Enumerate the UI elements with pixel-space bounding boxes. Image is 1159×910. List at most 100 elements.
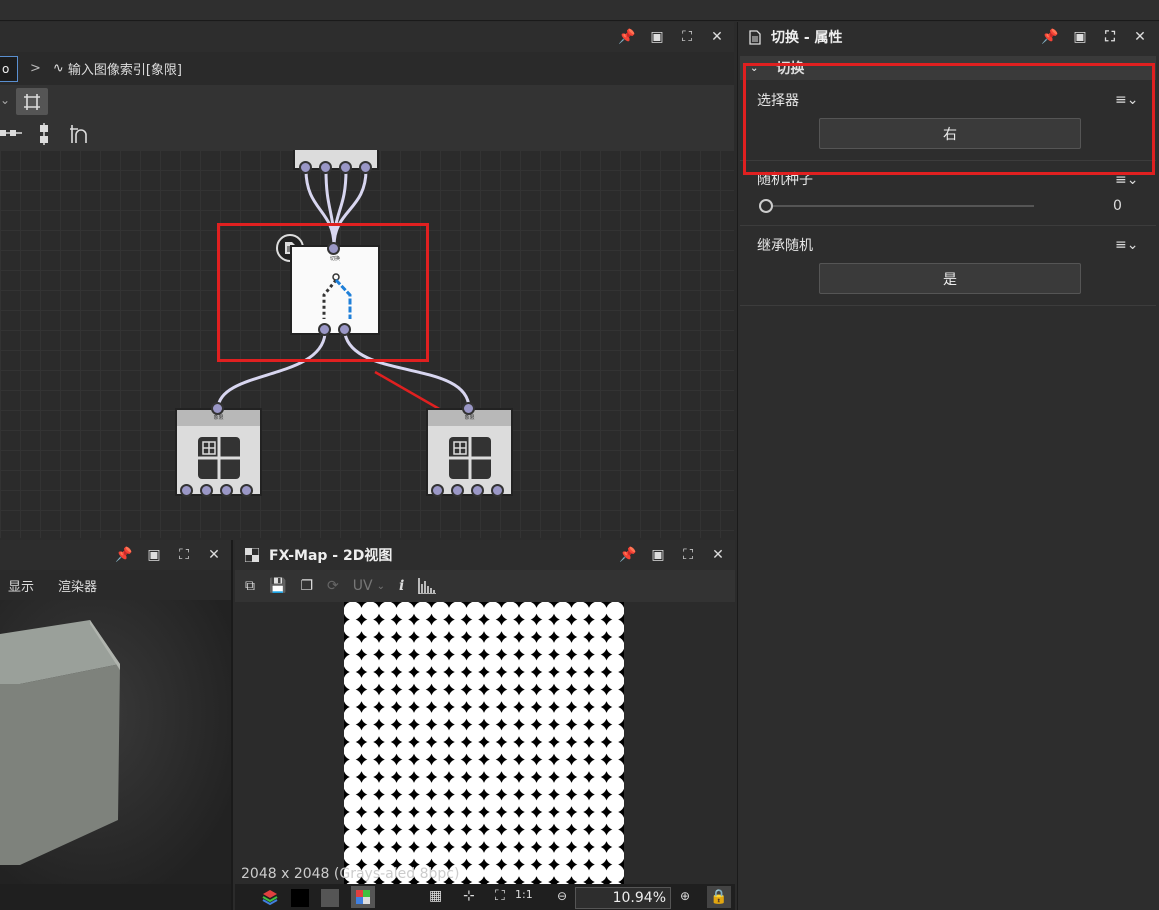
3d-viewport[interactable] xyxy=(0,600,231,886)
grid-icon[interactable]: ▦ xyxy=(429,888,442,904)
info-icon[interactable]: i xyxy=(399,578,404,594)
divider xyxy=(740,305,1156,306)
2d-view-title: FX-Map - 2D视图 xyxy=(269,548,393,564)
switch-glyph-icon xyxy=(322,273,352,319)
node-port[interactable] xyxy=(471,484,484,497)
actual-size-icon[interactable]: 1:1 xyxy=(515,888,533,901)
float-window-icon[interactable]: ▣ xyxy=(145,546,163,564)
node-input-port[interactable] xyxy=(462,402,475,415)
node-input-port[interactable] xyxy=(211,402,224,415)
menu-display[interactable]: 显示 xyxy=(8,576,34,595)
switch-node[interactable]: 切换 xyxy=(290,245,380,335)
layers-icon[interactable] xyxy=(261,888,279,906)
node-port[interactable] xyxy=(200,484,213,497)
breadcrumb-prev[interactable]: o xyxy=(0,55,18,82)
quadrant-icon xyxy=(449,437,491,479)
color-channels-icon[interactable] xyxy=(351,886,375,908)
node-port[interactable] xyxy=(299,161,312,174)
2d-statusbar: ▦ ⊹ ⛶ 1:1 ⊖ 10.94% ⊕ 🔒 xyxy=(235,884,735,910)
resolution-label: 2048 x 2048 (Grays-aled 8bpc) xyxy=(241,866,460,882)
pin-icon[interactable]: 📌 xyxy=(619,546,637,564)
background-checker-swatch[interactable] xyxy=(321,889,339,907)
close-icon[interactable]: ✕ xyxy=(1131,28,1149,46)
chevron-down-icon[interactable]: ⌄ xyxy=(0,93,10,107)
seed-slider-handle[interactable] xyxy=(759,199,773,213)
switch-node-label: 切换 xyxy=(329,256,340,262)
float-window-icon[interactable]: ▣ xyxy=(648,28,666,46)
snapshot-icon[interactable]: ⧉ xyxy=(245,578,255,594)
background-black-swatch[interactable] xyxy=(291,889,309,907)
fx-map-preview xyxy=(344,602,624,884)
maximize-icon[interactable]: ⛶ xyxy=(175,546,193,564)
node-port[interactable] xyxy=(431,484,444,497)
2d-window-controls: 📌 ▣ ⛶ ✕ xyxy=(619,546,727,564)
node-port[interactable] xyxy=(491,484,504,497)
2d-viewport[interactable]: 2048 x 2048 (Grays-aled 8bpc) xyxy=(235,602,735,884)
node-port[interactable] xyxy=(319,161,332,174)
maximize-icon[interactable]: ⛶ xyxy=(1101,28,1119,46)
parameter-menu-icon[interactable]: ≡⌄ xyxy=(1115,237,1138,253)
graph-toolbar-top: ⌄ xyxy=(0,85,734,118)
breadcrumb-separator: > xyxy=(30,61,41,76)
top-menu-strip xyxy=(0,0,1159,21)
random-seed-value[interactable]: 0 xyxy=(1113,198,1122,214)
selector-highlight xyxy=(743,63,1155,175)
2d-view-header: FX-Map - 2D视图 📌 ▣ ⛶ ✕ xyxy=(235,540,735,570)
inherit-random-toggle[interactable]: 是 xyxy=(819,263,1081,294)
properties-header: 切换 - 属性 📌 ▣ ⛶ ✕ xyxy=(737,22,1159,52)
uv-toggle[interactable]: UV xyxy=(353,578,373,594)
pin-icon[interactable]: 📌 xyxy=(115,546,133,564)
zoom-in-icon[interactable]: ⊕ xyxy=(680,889,690,903)
fit-icon[interactable]: ⛶ xyxy=(495,888,505,904)
node-port[interactable] xyxy=(240,484,253,497)
3d-view-menu: 显示 渲染器 xyxy=(0,570,231,600)
graph-canvas[interactable]: 切换 象限 象限 xyxy=(0,150,734,538)
node-port[interactable] xyxy=(220,484,233,497)
switch-output-port-left[interactable] xyxy=(318,323,331,336)
close-icon[interactable]: ✕ xyxy=(205,546,223,564)
lock-icon[interactable]: 🔒 xyxy=(707,886,731,908)
float-window-icon[interactable]: ▣ xyxy=(1071,28,1089,46)
graph-window-controls: 📌 ▣ ⛶ ✕ xyxy=(618,28,726,46)
maximize-icon[interactable]: ⛶ xyxy=(678,28,696,46)
switch-output-port-right[interactable] xyxy=(338,323,351,336)
pin-icon[interactable]: 📌 xyxy=(1041,28,1059,46)
function-icon: ∿ xyxy=(52,61,64,76)
seed-slider-track[interactable] xyxy=(770,205,1034,207)
copy-icon[interactable]: ❐ xyxy=(300,578,313,594)
save-icon[interactable]: 💾 xyxy=(269,578,286,594)
close-icon[interactable]: ✕ xyxy=(708,28,726,46)
histogram-icon[interactable] xyxy=(418,578,437,594)
properties-window-controls: 📌 ▣ ⛶ ✕ xyxy=(1041,28,1149,46)
zoom-input[interactable]: 10.94% xyxy=(575,887,671,909)
close-icon[interactable]: ✕ xyxy=(709,546,727,564)
3d-statusbar xyxy=(0,884,231,910)
float-window-icon[interactable]: ▣ xyxy=(649,546,667,564)
3d-window-controls: 📌 ▣ ⛶ ✕ xyxy=(115,546,223,564)
document-icon xyxy=(749,29,761,45)
switch-input-port[interactable] xyxy=(327,242,340,255)
node-port[interactable] xyxy=(451,484,464,497)
3d-view-panel: 📌 ▣ ⛶ ✕ 显示 渲染器 xyxy=(0,540,233,910)
maximize-icon[interactable]: ⛶ xyxy=(679,546,697,564)
node-port[interactable] xyxy=(359,161,372,174)
frame-tool-icon[interactable] xyxy=(16,88,48,115)
refresh-icon[interactable]: ⟳ xyxy=(327,578,339,594)
2d-view-toolbar: ⧉ 💾 ❐ ⟳ UV ⌄ i xyxy=(235,570,735,602)
align-vertical-icon[interactable] xyxy=(36,123,52,145)
snap-icon[interactable] xyxy=(68,123,90,145)
zoom-out-icon[interactable]: ⊖ xyxy=(557,889,567,903)
breadcrumb-current[interactable]: ∿ 输入图像索引[象限] xyxy=(53,59,182,78)
align-horizontal-icon[interactable] xyxy=(0,126,24,140)
pin-icon[interactable]: 📌 xyxy=(618,28,636,46)
node-port[interactable] xyxy=(339,161,352,174)
menu-renderer[interactable]: 渲染器 xyxy=(58,576,97,595)
quadrant-node-right[interactable]: 象限 xyxy=(426,408,513,496)
node-port[interactable] xyxy=(180,484,193,497)
2d-view-panel: FX-Map - 2D视图 📌 ▣ ⛶ ✕ ⧉ 💾 ❐ ⟳ UV ⌄ i 204… xyxy=(235,540,735,910)
quadrant-icon xyxy=(198,437,240,479)
chevron-down-icon[interactable]: ⌄ xyxy=(377,581,385,592)
quadrant-node-left[interactable]: 象限 xyxy=(175,408,262,496)
checker-icon xyxy=(245,548,259,562)
pivot-icon[interactable]: ⊹ xyxy=(463,888,475,904)
